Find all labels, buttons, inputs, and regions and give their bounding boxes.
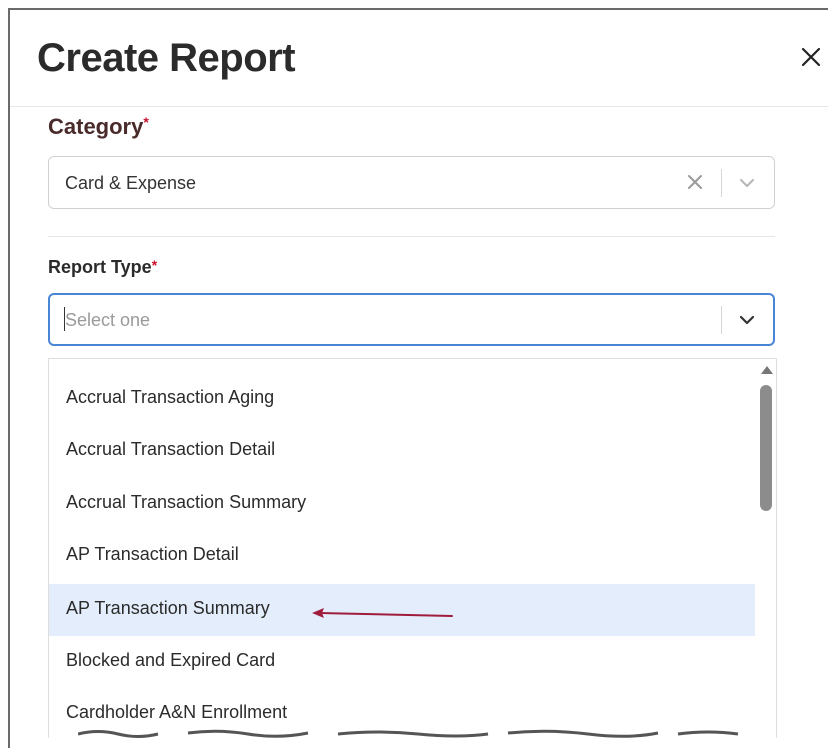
dialog-header: Create Report xyxy=(10,10,828,107)
select-separator xyxy=(721,306,722,334)
option-label: Accrual Transaction Summary xyxy=(66,492,307,512)
select-separator xyxy=(721,169,722,197)
dialog-title: Create Report xyxy=(37,36,296,80)
report-type-dropdown: Accrual Transaction Aging Accrual Transa… xyxy=(48,358,777,738)
report-type-label: Report Type* xyxy=(48,257,157,278)
dropdown-scrollbar[interactable] xyxy=(755,359,776,738)
close-icon[interactable] xyxy=(798,44,824,70)
scroll-thumb[interactable] xyxy=(760,385,772,511)
option-ap-transaction-detail[interactable]: AP Transaction Detail xyxy=(49,530,755,582)
option-label: Blocked and Expired Card xyxy=(66,650,276,670)
option-label: AP Transaction Detail xyxy=(66,544,239,564)
section-divider xyxy=(48,236,775,237)
category-label-text: Category xyxy=(48,114,144,139)
category-select[interactable]: Card & Expense xyxy=(48,156,775,209)
option-blocked-and-expired-card[interactable]: Blocked and Expired Card xyxy=(49,636,755,688)
option-label: Accrual Transaction Detail xyxy=(66,439,276,459)
report-type-label-text: Report Type xyxy=(48,257,152,277)
obscured-bottom-strip xyxy=(78,729,739,738)
option-accrual-transaction-aging[interactable]: Accrual Transaction Aging xyxy=(49,373,755,425)
option-label: Accrual Transaction Aging xyxy=(66,387,275,407)
category-value: Card & Expense xyxy=(65,173,197,193)
clear-x-icon[interactable] xyxy=(685,172,705,192)
option-accrual-transaction-summary[interactable]: Accrual Transaction Summary xyxy=(49,478,755,530)
category-label: Category* xyxy=(48,114,149,140)
option-label: Cardholder A&N Enrollment xyxy=(66,702,288,722)
chevron-down-icon[interactable] xyxy=(737,173,757,193)
report-type-select[interactable]: Select one xyxy=(48,293,775,346)
required-mark: * xyxy=(143,114,149,130)
scroll-up-arrow-icon[interactable] xyxy=(761,366,773,374)
chevron-down-icon[interactable] xyxy=(737,310,757,330)
report-type-placeholder: Select one xyxy=(65,310,151,330)
option-accrual-transaction-detail[interactable]: Accrual Transaction Detail xyxy=(49,425,755,477)
option-label: AP Transaction Summary xyxy=(66,598,270,618)
annotation-arrow-icon xyxy=(312,608,453,618)
required-mark: * xyxy=(151,257,158,273)
